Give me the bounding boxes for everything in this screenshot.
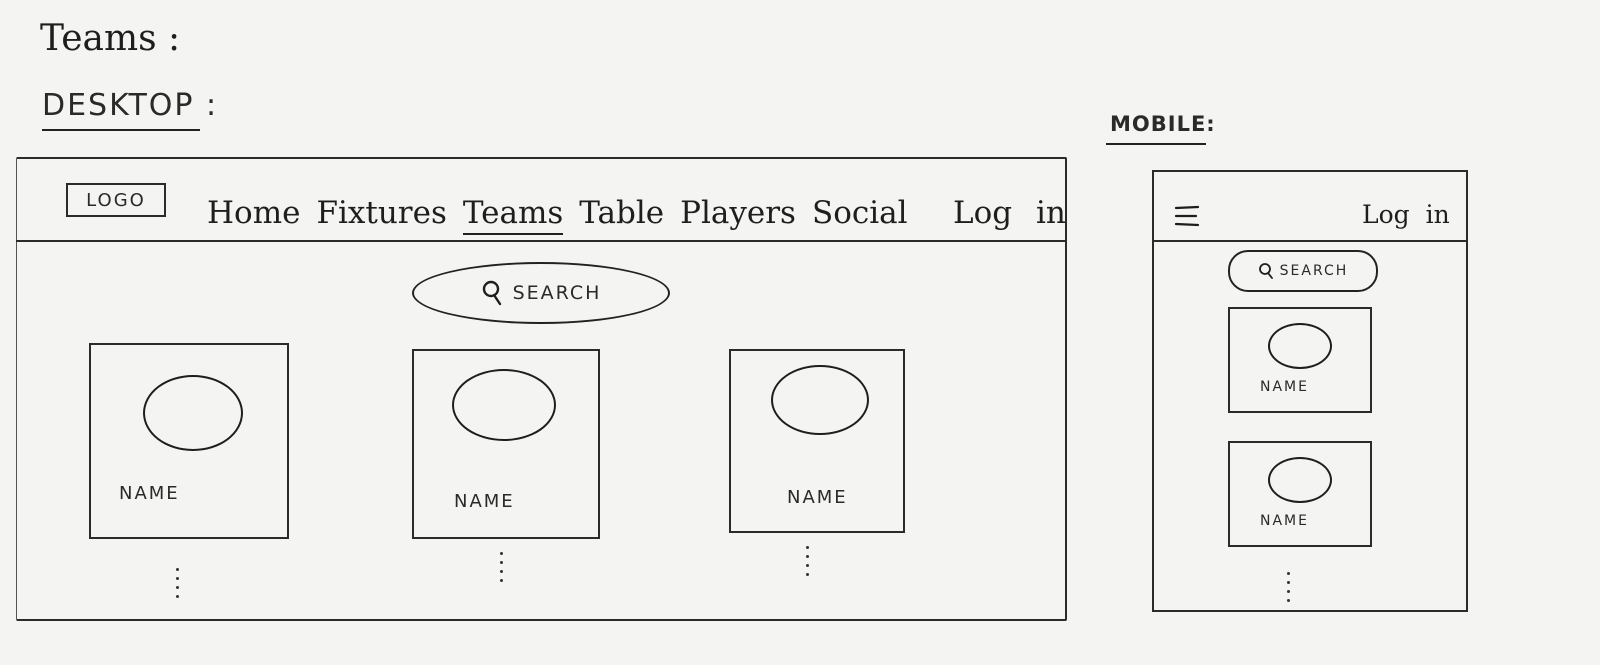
logo[interactable]: LOGO: [66, 183, 166, 217]
team-image-placeholder: [771, 365, 869, 435]
search-label: SEARCH: [1279, 263, 1349, 279]
team-image-placeholder: [452, 369, 556, 441]
nav-item-fixtures[interactable]: Fixtures: [316, 195, 446, 231]
search-icon: [481, 280, 503, 306]
page-title: Teams :: [40, 18, 181, 59]
team-name: NAME: [1260, 513, 1309, 529]
nav-item-players[interactable]: Players: [680, 195, 796, 231]
desktop-navbar-divider: [16, 240, 1066, 242]
mobile-navbar-divider: [1152, 240, 1466, 242]
team-name: NAME: [454, 491, 515, 512]
team-card[interactable]: NAME: [412, 349, 600, 539]
team-name: NAME: [119, 483, 180, 504]
mobile-label: MOBILE:: [1106, 112, 1216, 145]
search-label: SEARCH: [512, 282, 602, 304]
more-indicator: [806, 546, 809, 576]
team-card[interactable]: NAME: [89, 343, 289, 539]
more-indicator: [176, 568, 179, 598]
logo-label: LOGO: [86, 189, 146, 211]
desktop-label: DESKTOP :: [42, 88, 219, 131]
nav-item-social[interactable]: Social: [812, 195, 908, 231]
search-icon: [1258, 262, 1274, 280]
desktop-search-input[interactable]: SEARCH: [412, 262, 670, 324]
hamburger-icon[interactable]: [1174, 205, 1200, 231]
team-card[interactable]: NAME: [1228, 307, 1372, 413]
mobile-login-link[interactable]: Log in: [1362, 200, 1450, 229]
mobile-search-input[interactable]: SEARCH: [1228, 250, 1378, 292]
desktop-nav: Home Fixtures Teams Table Players Social: [207, 195, 908, 235]
nav-item-home[interactable]: Home: [207, 195, 300, 231]
more-indicator: [500, 552, 503, 582]
more-indicator: [1287, 572, 1290, 602]
team-name: NAME: [1260, 379, 1309, 395]
team-image-placeholder: [143, 375, 243, 451]
team-image-placeholder: [1268, 457, 1332, 503]
nav-item-table[interactable]: Table: [579, 195, 664, 231]
team-card[interactable]: NAME: [1228, 441, 1372, 547]
nav-item-teams[interactable]: Teams: [462, 195, 564, 235]
desktop-login-link[interactable]: Log in: [953, 195, 1066, 231]
team-name: NAME: [787, 487, 848, 508]
team-image-placeholder: [1268, 323, 1332, 369]
team-card[interactable]: NAME: [729, 349, 905, 533]
